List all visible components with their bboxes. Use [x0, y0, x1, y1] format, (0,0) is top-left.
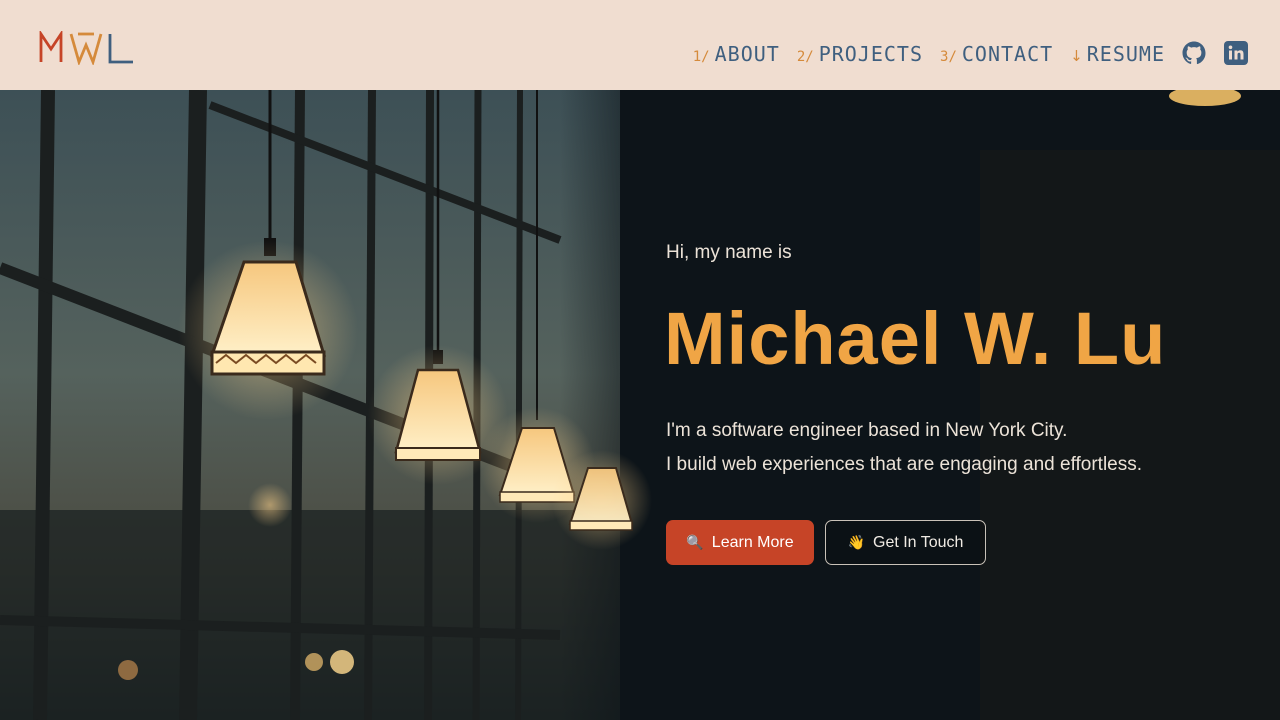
nav-resume-link[interactable]: ↓ RESUME: [1070, 42, 1165, 66]
hero-background-image: [0, 90, 1280, 720]
get-in-touch-button[interactable]: 👋 Get In Touch: [825, 520, 986, 565]
learn-more-button[interactable]: 🔍 Learn More: [666, 520, 814, 565]
nav-contact-label: CONTACT: [961, 42, 1054, 66]
hero-name-heading: Michael W. Lu: [664, 297, 1167, 380]
hero-section: [0, 90, 1280, 720]
main-nav: 1/ ABOUT 2/ PROJECTS 3/ CONTACT ↓ RESUME: [676, 38, 1165, 70]
nav-contact-link[interactable]: 3/ CONTACT: [940, 42, 1053, 66]
waving-hand-icon: 👋: [847, 534, 865, 550]
hero-intro: Hi, my name is: [666, 242, 792, 263]
download-arrow-icon: ↓: [1070, 47, 1083, 65]
nav-contact-number: 3/: [940, 49, 957, 65]
hero-bio-line-2: I build web experiences that are engagin…: [666, 454, 1143, 475]
get-in-touch-label: Get In Touch: [873, 533, 964, 551]
nav-resume-label: RESUME: [1086, 42, 1165, 66]
nav-about-number: 1/: [692, 49, 710, 65]
nav-about-link[interactable]: 1/ ABOUT: [693, 42, 780, 66]
nav-projects-number: 2/: [796, 49, 814, 65]
github-icon[interactable]: [1182, 41, 1206, 65]
linkedin-icon[interactable]: [1224, 41, 1248, 65]
nav-projects-label: PROJECTS: [818, 42, 924, 66]
learn-more-label: Learn More: [711, 533, 794, 551]
brand-logo[interactable]: [38, 31, 136, 65]
hero-bio-line-1: I'm a software engineer based in New Yor…: [666, 420, 1068, 441]
top-navbar: 1/ ABOUT 2/ PROJECTS 3/ CONTACT ↓ RESUME: [0, 0, 1280, 90]
hero-bio: I'm a software engineer based in New Yor…: [666, 414, 1142, 482]
magnifier-icon: 🔍: [686, 534, 704, 550]
nav-about-label: ABOUT: [714, 42, 780, 66]
nav-projects-link[interactable]: 2/ PROJECTS: [797, 42, 923, 66]
